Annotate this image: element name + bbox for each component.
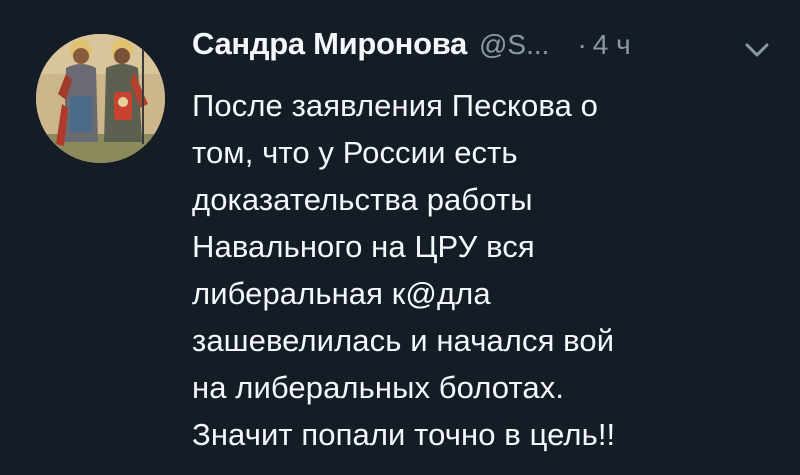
tweet-text-line: Навального на ЦРУ вся [192, 229, 535, 264]
chevron-down-icon[interactable] [744, 40, 770, 60]
tweet-text-line: доказательства работы [192, 182, 533, 217]
tweet-header: Сандра Миронова @S... · 4 ч [192, 26, 782, 70]
author-handle[interactable]: @S... [479, 29, 549, 61]
tweet-text: После заявления Пескова о том, что у Рос… [192, 82, 762, 458]
author-display-name[interactable]: Сандра Миронова [192, 26, 467, 62]
tweet-text-line: зашевелилась и начался вой [192, 323, 615, 358]
avatar-saints-icon [36, 34, 165, 163]
tweet-timestamp[interactable]: 4 ч [593, 29, 631, 61]
avatar[interactable] [36, 34, 165, 163]
tweet-text-line: либеральная к@дла [192, 276, 491, 311]
header-separator: · [577, 29, 587, 60]
tweet: Сандра Миронова @S... · 4 ч После заявле… [0, 0, 800, 475]
tweet-text-line: Значит попали точно в цель!! [192, 417, 616, 452]
tweet-text-line: После заявления Пескова о [192, 88, 599, 123]
tweet-text-line: том, что у России есть [192, 135, 518, 170]
tweet-text-line: на либеральных болотах. [192, 370, 565, 405]
